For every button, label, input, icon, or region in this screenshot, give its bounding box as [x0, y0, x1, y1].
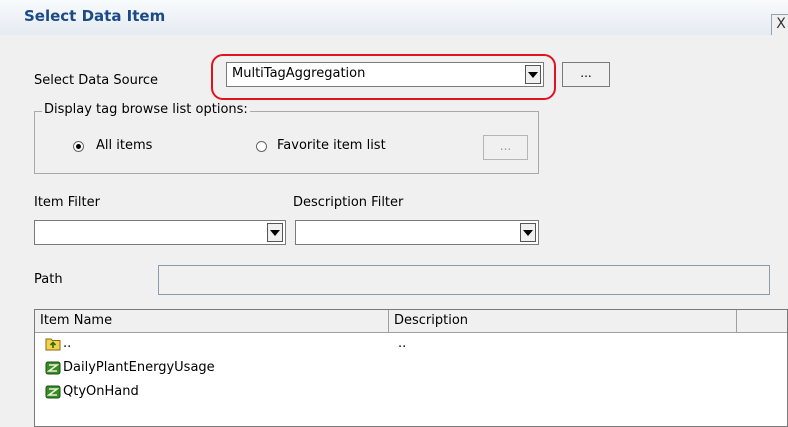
- dialog-title: Select Data Item: [24, 7, 166, 25]
- list-item[interactable]: DailyPlantEnergyUsage: [35, 358, 787, 380]
- path-label: Path: [34, 272, 63, 287]
- item-name: QtyOnHand: [63, 384, 139, 399]
- path-input[interactable]: [158, 265, 770, 295]
- tag-icon: [45, 385, 61, 399]
- radio-favorite-item-list[interactable]: [256, 141, 267, 152]
- column-header-item-name[interactable]: Item Name: [35, 310, 389, 332]
- chevron-down-icon[interactable]: [267, 223, 283, 242]
- description-filter-label: Description Filter: [293, 195, 404, 210]
- item-description: ..: [398, 336, 407, 351]
- data-source-browse-button[interactable]: ...: [562, 62, 610, 87]
- highlight-annotation: [211, 54, 556, 100]
- folder-up-icon: [45, 337, 61, 351]
- display-options-legend: Display tag browse list options:: [42, 102, 250, 117]
- item-name: DailyPlantEnergyUsage: [63, 360, 215, 375]
- tag-icon: [45, 361, 61, 375]
- close-button[interactable]: X: [771, 14, 788, 36]
- column-header-description[interactable]: Description: [389, 310, 737, 332]
- all-items-label[interactable]: All items: [96, 138, 152, 153]
- item-filter-label: Item Filter: [34, 195, 100, 210]
- item-name: ..: [63, 336, 72, 351]
- list-header: Item Name Description: [35, 310, 787, 333]
- radio-all-items[interactable]: [73, 141, 84, 152]
- item-list[interactable]: Item Name Description .. .. DailyPlantEn…: [34, 309, 788, 427]
- favorite-item-list-label[interactable]: Favorite item list: [277, 138, 386, 153]
- data-source-label: Select Data Source: [34, 73, 159, 88]
- list-item[interactable]: QtyOnHand: [35, 382, 787, 404]
- item-filter-combobox[interactable]: [34, 220, 286, 245]
- chevron-down-icon[interactable]: [520, 223, 536, 242]
- description-filter-combobox[interactable]: [295, 220, 539, 245]
- list-item[interactable]: .. ..: [35, 334, 787, 356]
- favorite-browse-button[interactable]: ...: [483, 135, 528, 160]
